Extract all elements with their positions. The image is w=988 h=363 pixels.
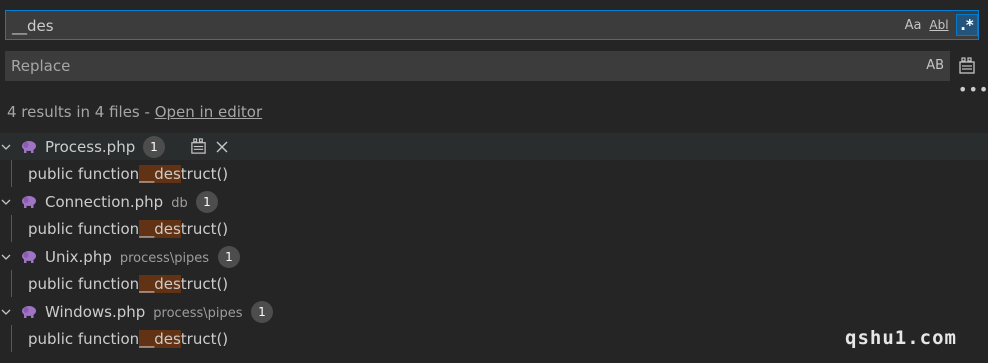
file-row-windows[interactable]: Windows.php process\pipes 1 bbox=[0, 298, 988, 325]
results-summary: 4 results in 4 files - Open in editor bbox=[7, 103, 262, 121]
file-row-actions bbox=[190, 138, 229, 155]
file-row-unix[interactable]: Unix.php process\pipes 1 bbox=[0, 243, 988, 270]
replace-input[interactable]: Replace AB bbox=[5, 51, 950, 81]
match-count-badge: 1 bbox=[196, 190, 218, 213]
more-actions-button[interactable]: ••• bbox=[958, 82, 988, 101]
match-row[interactable]: public function __des truct() bbox=[28, 326, 228, 352]
file-name-with-path: Unix.php process\pipes bbox=[45, 248, 209, 266]
match-highlight: __des bbox=[139, 330, 181, 348]
file-name: Process.php bbox=[45, 137, 136, 156]
match-row[interactable]: public function __des truct() bbox=[28, 161, 228, 187]
ellipsis-icon: ••• bbox=[958, 80, 988, 99]
chevron-down-icon[interactable] bbox=[0, 188, 12, 215]
open-in-editor-link[interactable]: Open in editor bbox=[155, 103, 262, 121]
match-count-badge: 1 bbox=[218, 245, 240, 268]
match-prefix: public function bbox=[28, 165, 140, 183]
php-elephant-icon bbox=[22, 195, 36, 208]
match-highlight: __des bbox=[139, 220, 181, 238]
tree-indent-guide bbox=[11, 325, 12, 352]
chevron-down-icon[interactable] bbox=[0, 133, 12, 160]
php-elephant-icon bbox=[22, 140, 36, 153]
match-suffix: truct() bbox=[180, 165, 229, 183]
dismiss-icon[interactable] bbox=[215, 140, 229, 154]
replace-all-icon bbox=[959, 57, 975, 74]
match-prefix: public function bbox=[28, 275, 140, 293]
replace-all-button[interactable] bbox=[956, 55, 978, 77]
php-elephant-icon bbox=[22, 305, 36, 318]
file-path: db bbox=[171, 195, 188, 211]
chevron-down-icon[interactable] bbox=[0, 298, 12, 325]
file-path: process\pipes bbox=[119, 250, 210, 266]
results-summary-text: 4 results in 4 files - bbox=[7, 103, 155, 121]
use-regex-toggle[interactable]: .* bbox=[956, 14, 978, 36]
match-row[interactable]: public function __des truct() bbox=[28, 271, 228, 297]
match-highlight: __des bbox=[139, 275, 181, 293]
match-count-badge: 1 bbox=[143, 135, 165, 158]
file-name-with-path: Connection.php db bbox=[45, 193, 188, 211]
chevron-down-icon[interactable] bbox=[0, 243, 12, 270]
file-name: Unix.php bbox=[45, 247, 112, 266]
tree-indent-guide bbox=[11, 215, 12, 242]
search-input-value: __des bbox=[12, 17, 54, 35]
match-suffix: truct() bbox=[180, 330, 229, 348]
match-prefix: public function bbox=[28, 330, 140, 348]
tree-indent-guide bbox=[11, 270, 12, 297]
search-panel: __des Aa Abl .* Replace AB ••• 4 results… bbox=[0, 0, 988, 363]
match-highlight: __des bbox=[139, 165, 181, 183]
file-name: Windows.php bbox=[45, 302, 146, 321]
match-count-badge: 1 bbox=[251, 300, 273, 323]
match-suffix: truct() bbox=[180, 220, 229, 238]
replace-placeholder: Replace bbox=[11, 57, 71, 75]
php-elephant-icon bbox=[22, 250, 36, 263]
preserve-case-toggle[interactable]: AB bbox=[926, 58, 944, 73]
tree-indent-guide bbox=[11, 160, 12, 187]
watermark: qshu1.com bbox=[845, 327, 957, 349]
replace-all-in-file-icon[interactable] bbox=[190, 138, 207, 155]
match-suffix: truct() bbox=[180, 275, 229, 293]
file-name: Connection.php bbox=[45, 192, 164, 211]
search-input[interactable]: __des Aa Abl .* bbox=[5, 10, 979, 40]
match-whole-word-toggle[interactable]: Abl bbox=[927, 14, 951, 36]
match-row[interactable]: public function __des truct() bbox=[28, 216, 228, 242]
match-case-toggle[interactable]: Aa bbox=[902, 14, 924, 36]
match-prefix: public function bbox=[28, 220, 140, 238]
file-name-with-path: Windows.php process\pipes bbox=[45, 303, 243, 321]
file-row-connection[interactable]: Connection.php db 1 bbox=[0, 188, 988, 215]
file-path: process\pipes bbox=[153, 305, 243, 321]
file-row-process[interactable]: Process.php 1 bbox=[0, 133, 988, 160]
